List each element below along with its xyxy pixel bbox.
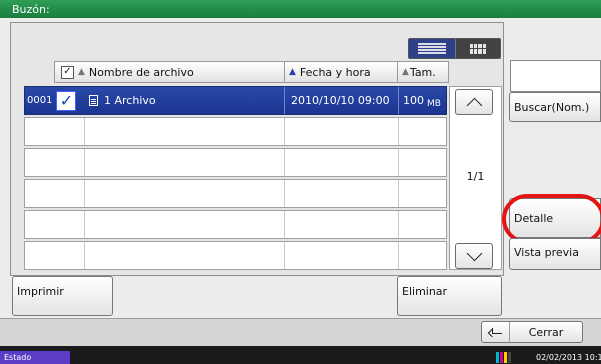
thumbnail-view-icon — [469, 43, 486, 54]
row-number: 0001 — [27, 95, 53, 106]
table-row[interactable] — [24, 179, 447, 208]
sort-triangle-icon: ▲ — [402, 67, 409, 77]
chevron-down-icon — [466, 245, 482, 261]
close-button[interactable]: Cerrar — [481, 321, 583, 343]
column-header-datetime[interactable]: ▲ Fecha y hora — [284, 61, 398, 83]
document-icon — [89, 95, 98, 106]
sort-triangle-icon: ▲ — [289, 67, 296, 77]
list-view-icon — [417, 42, 446, 55]
column-header-name[interactable]: ✓ ▲ Nombre de archivo — [54, 61, 285, 83]
search-name-label: Buscar(Nom.) — [514, 100, 590, 114]
back-arrow-icon — [482, 322, 510, 342]
window-title: Buzón: — [0, 0, 601, 18]
view-mode-toggle — [408, 38, 501, 59]
clock: 02/02/2013 10:10 — [536, 353, 601, 362]
list-view-button[interactable] — [409, 39, 455, 58]
status-bar: Estado 02/02/2013 10:10 — [0, 351, 601, 364]
file-datetime: 2010/10/10 09:00 — [291, 94, 390, 107]
chevron-up-icon — [466, 97, 482, 113]
preview-label: Vista previa — [514, 246, 579, 259]
column-datetime-label: Fecha y hora — [299, 65, 371, 79]
row-checkbox-icon[interactable]: ✓ — [56, 90, 77, 111]
thumbnail-view-button[interactable] — [454, 39, 500, 58]
file-name: 1 Archivo — [104, 94, 156, 107]
print-label: Imprimir — [17, 285, 64, 298]
search-input[interactable] — [510, 60, 601, 92]
scroll-up-button[interactable] — [455, 89, 493, 115]
table-row[interactable] — [24, 117, 447, 146]
highlight-ring — [502, 194, 601, 244]
table-row[interactable] — [24, 241, 447, 270]
status-button[interactable]: Estado — [0, 351, 70, 364]
column-size-label: Tam. — [409, 65, 436, 79]
close-label: Cerrar — [528, 325, 564, 339]
toner-icon — [496, 352, 511, 363]
preview-button[interactable]: Vista previa — [509, 238, 601, 270]
search-name-button[interactable]: Buscar(Nom.) — [509, 92, 601, 122]
table-row[interactable]: 0001 ✓ 1 Archivo 2010/10/10 09:00 100 MB — [24, 86, 447, 115]
file-size: 100 — [403, 94, 424, 107]
page-indicator: 1/1 — [466, 170, 485, 183]
scroll-down-button[interactable] — [455, 243, 493, 269]
table-row[interactable] — [24, 210, 447, 239]
column-name-label: Nombre de archivo — [88, 65, 194, 79]
delete-label: Eliminar — [402, 285, 448, 298]
print-button[interactable]: Imprimir — [12, 276, 113, 316]
mailbox-panel: Buzón: ✓ ▲ Nombre de archivo ▲ Fecha y h… — [0, 0, 601, 346]
sort-triangle-icon: ▲ — [78, 67, 85, 77]
column-header-size[interactable]: ▲ Tam. — [397, 61, 449, 83]
file-size-unit: MB — [427, 98, 441, 109]
table-row[interactable] — [24, 148, 447, 177]
delete-button[interactable]: Eliminar — [397, 276, 502, 316]
select-all-checkbox-icon[interactable]: ✓ — [61, 65, 74, 79]
